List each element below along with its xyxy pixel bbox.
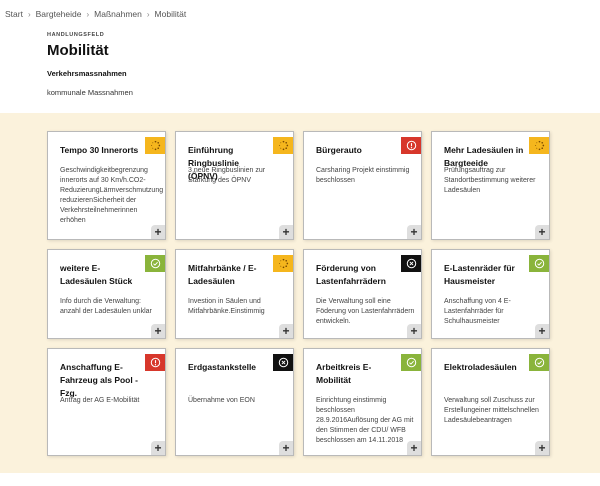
card-description: Antrag der AG E-Mobilität bbox=[60, 397, 140, 404]
measure-card[interactable]: Anschaffung E-Fahrzeug als Pool - Fzg. An… bbox=[47, 348, 166, 456]
card-description: Geschwindigkeitbegrenzung innerorts auf … bbox=[60, 167, 164, 224]
card-description: Einrichtung einstimmig beschlossen 28.9.… bbox=[316, 397, 414, 444]
card-description: Anschaffung von 4 E-Lastenfahrräder für … bbox=[444, 298, 511, 325]
card-title[interactable]: Bürgerauto bbox=[316, 144, 399, 157]
card-title[interactable]: E-Lastenräder für Hausmeister bbox=[444, 262, 527, 288]
measure-card[interactable]: Einführung Ringbuslinie (ÖPNV) 3 neue Rin… bbox=[175, 131, 294, 240]
expand-card-button[interactable]: + bbox=[407, 225, 421, 239]
chevron-right-icon: › bbox=[27, 9, 31, 19]
card-title[interactable]: Anschaffung E-Fahrzeug als Pool - Fzg. bbox=[60, 361, 143, 400]
expand-card-button[interactable]: + bbox=[279, 225, 293, 239]
page-description: kommunale Massnahmen bbox=[47, 88, 133, 97]
x-circle-icon bbox=[273, 354, 293, 371]
measure-card[interactable]: E-Lastenräder für Hausmeister Anschaffung… bbox=[431, 249, 550, 339]
check-icon bbox=[401, 354, 421, 371]
check-icon bbox=[529, 255, 549, 272]
measures-board: Tempo 30 Innerorts Geschwindigkeitbegrenz… bbox=[0, 113, 600, 473]
check-icon bbox=[145, 255, 165, 272]
page-title: Mobilität bbox=[47, 42, 109, 59]
expand-card-button[interactable]: + bbox=[535, 324, 549, 338]
expand-card-button[interactable]: + bbox=[535, 441, 549, 455]
measure-card[interactable]: Mehr Ladesäulen in Bargteeide Prüfungsauf… bbox=[431, 131, 550, 240]
expand-card-button[interactable]: + bbox=[279, 441, 293, 455]
card-description: Prüfungsauftrag zur Standortbestimmung w… bbox=[444, 167, 536, 194]
measure-card[interactable]: Tempo 30 Innerorts Geschwindigkeitbegrenz… bbox=[47, 131, 166, 240]
card-description: Info durch die Verwaltung: anzahl der La… bbox=[60, 298, 152, 315]
page-header: HANDLUNGSFELD Mobilität Verkehrsmassnahm… bbox=[47, 32, 133, 97]
breadcrumb: Start › Bargteheide › Maßnahmen › Mobili… bbox=[5, 9, 186, 19]
card-description: Verwaltung soll Zuschuss zur Erstellunge… bbox=[444, 397, 539, 424]
expand-card-button[interactable]: + bbox=[535, 225, 549, 239]
card-title[interactable]: Erdgastankstelle bbox=[188, 361, 271, 374]
exclamation-icon bbox=[145, 354, 165, 371]
card-title[interactable]: Elektroladesäulen bbox=[444, 361, 527, 374]
loading-dots-icon bbox=[273, 255, 293, 272]
card-description: Investion in Säulen und Mitfahrbänke.Ein… bbox=[188, 298, 265, 315]
card-description: Carsharing Projekt einstimmig beschlosse… bbox=[316, 167, 410, 184]
expand-card-button[interactable]: + bbox=[407, 324, 421, 338]
measure-card[interactable]: Elektroladesäulen Verwaltung soll Zuschus… bbox=[431, 348, 550, 456]
chevron-right-icon: › bbox=[146, 9, 150, 19]
breadcrumb-massnahmen[interactable]: Maßnahmen bbox=[94, 9, 142, 19]
expand-card-button[interactable]: + bbox=[407, 441, 421, 455]
card-title[interactable]: Tempo 30 Innerorts bbox=[60, 144, 143, 157]
measure-card[interactable]: Mitfahrbänke / E-Ladesäulen Investion in … bbox=[175, 249, 294, 339]
card-title[interactable]: Mitfahrbänke / E-Ladesäulen bbox=[188, 262, 271, 288]
check-icon bbox=[529, 354, 549, 371]
measure-card[interactable]: weitere E-Ladesäulen Stück Info durch die… bbox=[47, 249, 166, 339]
expand-card-button[interactable]: + bbox=[151, 441, 165, 455]
expand-card-button[interactable]: + bbox=[151, 324, 165, 338]
measure-card[interactable]: Bürgerauto Carsharing Projekt einstimmig … bbox=[303, 131, 422, 240]
card-description: 3 neue Ringbuslinien zur Stärkung des ÖP… bbox=[188, 167, 266, 184]
breadcrumb-current: Mobilität bbox=[154, 9, 187, 19]
chevron-right-icon: › bbox=[86, 9, 90, 19]
card-description: Die Verwaltung soll eine Föderung von La… bbox=[316, 298, 415, 325]
breadcrumb-bargteheide[interactable]: Bargteheide bbox=[36, 9, 82, 19]
page-subtitle: Verkehrsmassnahmen bbox=[47, 69, 127, 78]
page-kicker: HANDLUNGSFELD bbox=[47, 32, 105, 38]
exclamation-icon bbox=[401, 137, 421, 154]
measure-card[interactable]: Erdgastankstelle Übernahme von EON + bbox=[175, 348, 294, 456]
breadcrumb-start[interactable]: Start bbox=[5, 9, 23, 19]
card-description: Übernahme von EON bbox=[188, 397, 255, 404]
measure-card[interactable]: Förderung von Lastenfahrrädern Die Verwal… bbox=[303, 249, 422, 339]
loading-dots-icon bbox=[273, 137, 293, 154]
expand-card-button[interactable]: + bbox=[151, 225, 165, 239]
card-title[interactable]: Förderung von Lastenfahrrädern bbox=[316, 262, 399, 288]
card-title[interactable]: weitere E-Ladesäulen Stück bbox=[60, 262, 143, 288]
loading-dots-icon bbox=[145, 137, 165, 154]
measure-card[interactable]: Arbeitkreis E-Mobilität Einrichtung einst… bbox=[303, 348, 422, 456]
expand-card-button[interactable]: + bbox=[279, 324, 293, 338]
card-title[interactable]: Arbeitkreis E-Mobilität bbox=[316, 361, 399, 387]
x-circle-icon bbox=[401, 255, 421, 272]
loading-dots-icon bbox=[529, 137, 549, 154]
